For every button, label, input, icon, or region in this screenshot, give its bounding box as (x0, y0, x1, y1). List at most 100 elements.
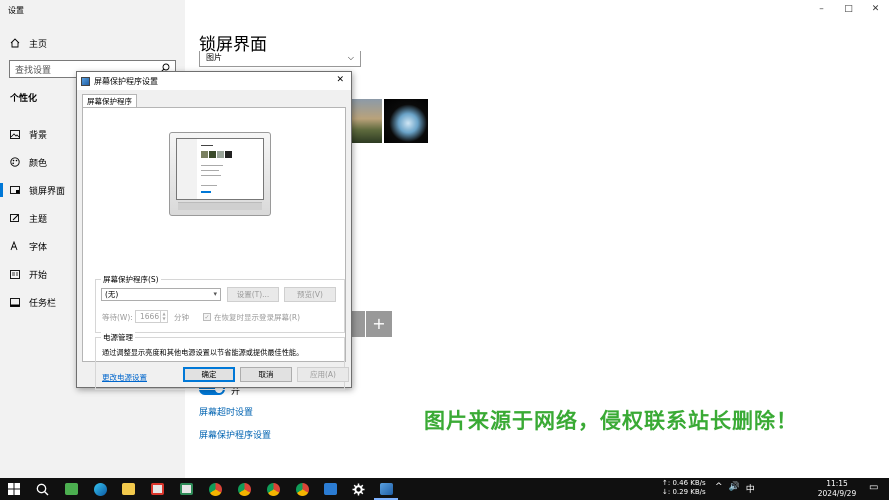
wait-label: 等待(W): (102, 313, 133, 322)
search-placeholder: 查找设置 (15, 65, 52, 76)
preview-line (201, 191, 211, 193)
wait-minutes-stepper[interactable]: 1666 ▲ ▼ (135, 310, 168, 323)
monitor-base (178, 202, 262, 210)
chevron-down-icon: ▾ (213, 290, 217, 298)
sidebar-item-label: 开始 (29, 270, 48, 281)
screensaver-settings-link[interactable]: 屏幕保护程序设置 (199, 428, 271, 441)
network-speed: ↑: 0.46 KB/s ↓: 0.29 KB/s (662, 479, 706, 497)
preview-line (201, 170, 219, 171)
window-controls: – □ ✕ (808, 0, 889, 20)
volume-icon[interactable]: 🔊 (729, 482, 740, 495)
preview-thumb (225, 151, 232, 158)
screensaver-dialog: 屏幕保护程序设置 ✕ 屏幕保护程序 屏幕保护程序(S) (无) ▾ 设置(T).… (76, 71, 352, 390)
preview-line (201, 175, 221, 176)
nav-home-label: 主页 (29, 39, 48, 50)
gear-icon[interactable] (350, 481, 366, 497)
sidebar-item-label: 主题 (29, 214, 48, 225)
preview-line (201, 185, 217, 186)
power-description: 通过调整显示亮度和其他电源设置以节省能源或提供最佳性能。 (102, 348, 304, 357)
section-heading: 个性化 (10, 94, 38, 104)
plus-icon: + (372, 314, 386, 333)
ok-button[interactable]: 确定 (183, 367, 235, 382)
logon-label: 在恢复时显示登录屏幕(R) (214, 313, 301, 322)
close-button[interactable]: ✕ (862, 0, 889, 20)
watermark-text: 图片来源于网络，侵权联系站长删除！ (424, 409, 798, 433)
preview-line (201, 165, 223, 166)
background-select-value: 图片 (206, 53, 222, 62)
screensaver-taskbar-icon[interactable] (378, 481, 394, 497)
wait-unit: 分钟 (174, 313, 189, 322)
lock-screen-icon (10, 185, 20, 195)
clock-date: 2024/9/29 (817, 489, 857, 498)
preview-button[interactable]: 预览(V) (284, 287, 336, 302)
chrome-icon[interactable] (207, 481, 223, 497)
screensaver-group-title: 屏幕保护程序(S) (101, 274, 161, 285)
monitor-preview-screen (176, 138, 264, 200)
taskbar: ↑: 0.46 KB/s ↓: 0.29 KB/s ^ 🔊 中 11:15 20… (0, 478, 889, 500)
wait-value: 1666 (140, 312, 160, 321)
sidebar-item-label: 锁屏界面 (29, 186, 66, 197)
sidebar-item-label: 颜色 (29, 158, 48, 169)
taskbar-clock[interactable]: 11:15 2024/9/29 (814, 479, 860, 499)
screensaver-select-value: (无) (105, 290, 119, 299)
preview-taskbar (177, 199, 264, 200)
nav-home[interactable]: 主页 (10, 36, 47, 50)
spinner-arrows-icon[interactable]: ▲ ▼ (160, 311, 167, 322)
screensaver-settings-button[interactable]: 设置(T)... (227, 287, 279, 302)
taskbar-icon (10, 297, 20, 307)
system-tray: ^ 🔊 中 (715, 482, 755, 495)
preview-title-line (201, 145, 213, 146)
chrome-icon[interactable] (265, 481, 281, 497)
chrome-icon[interactable] (236, 481, 252, 497)
net-upload: ↑: 0.46 KB/s (662, 479, 706, 487)
tray-overflow-icon[interactable]: ^ (715, 482, 723, 495)
palette-icon (10, 157, 20, 167)
brush-icon (10, 213, 20, 223)
app-red-icon[interactable] (149, 481, 165, 497)
search-icon[interactable] (34, 481, 50, 497)
dialog-title: 屏幕保护程序设置 (94, 76, 158, 86)
tab-screensaver[interactable]: 屏幕保护程序 (82, 94, 137, 108)
window-title: 设置 (8, 6, 24, 15)
dialog-body: 屏幕保护程序(S) (无) ▾ 设置(T)... 预览(V) 等待(W): 16… (82, 107, 346, 390)
sidebar-item-label: 字体 (29, 242, 48, 253)
net-download: ↓: 0.29 KB/s (662, 488, 706, 496)
power-group-title: 电源管理 (101, 332, 135, 343)
preview-sidebar (177, 139, 197, 199)
screensaver-select[interactable]: (无) ▾ (101, 288, 221, 301)
maximize-button[interactable]: □ (835, 0, 862, 20)
font-icon (10, 241, 20, 251)
monitor-preview (169, 132, 271, 216)
dialog-titlebar: 屏幕保护程序设置 (77, 72, 351, 90)
notification-icon[interactable]: ▭ (869, 482, 878, 493)
dialog-close-button[interactable]: ✕ (336, 75, 344, 85)
preview-thumb (209, 151, 216, 158)
input-method-indicator[interactable]: 中 (746, 482, 755, 495)
preview-thumb (217, 151, 224, 158)
file-explorer-icon[interactable] (120, 481, 136, 497)
chevron-down-icon: ⌵ (347, 53, 354, 62)
logon-checkbox[interactable]: ✓ (203, 313, 211, 321)
sidebar-item-label: 背景 (29, 130, 48, 141)
app-green-icon[interactable] (63, 481, 79, 497)
power-group: 电源管理 通过调整显示亮度和其他电源设置以节省能源或提供最佳性能。 更改电源设置 (95, 332, 345, 390)
add-app-button-2[interactable]: + (366, 311, 392, 337)
chrome-icon[interactable] (294, 481, 310, 497)
app-green-doc-icon[interactable] (178, 481, 194, 497)
background-select[interactable]: 图片 ⌵ (199, 51, 361, 67)
screen-timeout-link[interactable]: 屏幕超时设置 (199, 405, 253, 418)
screensaver-group: 屏幕保护程序(S) (无) ▾ 设置(T)... 预览(V) 等待(W): 16… (95, 274, 345, 333)
image-icon (10, 129, 20, 139)
sidebar-item-label: 任务栏 (29, 298, 57, 309)
change-power-settings-link[interactable]: 更改电源设置 (102, 372, 147, 383)
app-blue-icon[interactable] (322, 481, 338, 497)
windows-start-icon[interactable] (6, 481, 22, 497)
cancel-button[interactable]: 取消 (240, 367, 292, 382)
monitor-icon (81, 76, 90, 86)
lock-image-thumbnail-2[interactable] (384, 99, 428, 143)
apply-button[interactable]: 应用(A) (297, 367, 349, 382)
edge-browser-icon[interactable] (92, 481, 108, 497)
home-icon (10, 38, 20, 48)
minimize-button[interactable]: – (808, 0, 835, 20)
start-icon (10, 269, 20, 279)
